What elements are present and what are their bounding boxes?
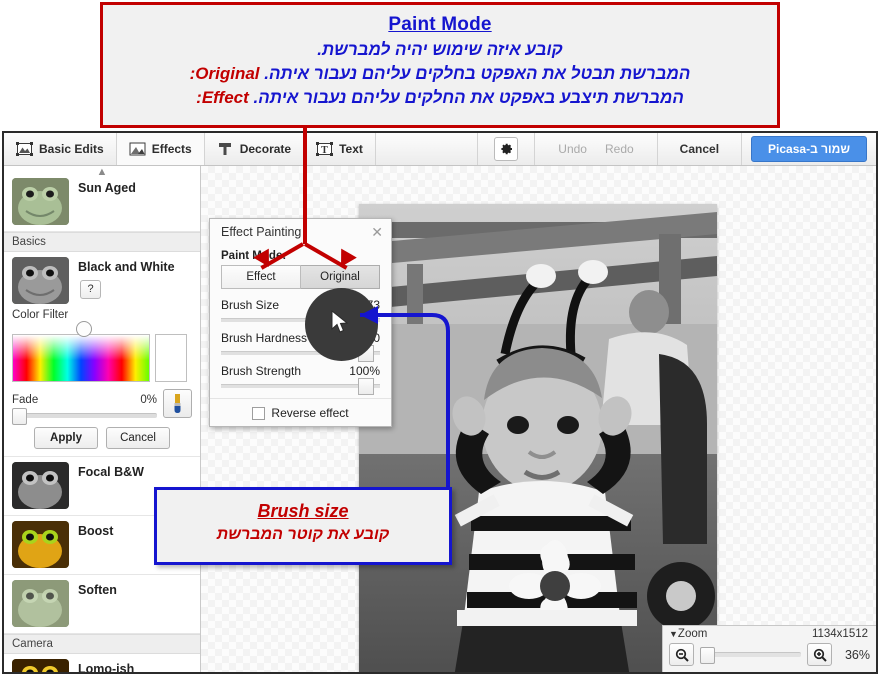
help-button[interactable]: ?	[80, 280, 101, 299]
brush-strength-label: Brush Strength	[221, 364, 302, 378]
group-header-basics: Basics	[4, 232, 200, 252]
brush-size-label: Brush Size	[221, 298, 280, 312]
brush-size-callout: Brush size קובע את קוטר המברשת	[154, 487, 452, 565]
tab-effects-label: Effects	[151, 142, 192, 156]
paint-mode-callout-line3: המברשת תיצבע באפקט את החלקים עליהם נעבור…	[103, 86, 777, 110]
close-icon[interactable]: ✕	[371, 224, 383, 241]
effects-sidebar[interactable]: ▲ Sun Aged Basics Black and White ? Colo…	[4, 166, 201, 672]
paint-mode-original-button[interactable]: Original	[301, 265, 380, 289]
chevron-up-icon[interactable]: ▲	[4, 166, 200, 178]
paint-mode-callout-line1: קובע איזה שימוש יהיה למברשת.	[317, 40, 563, 59]
effect-name: Soften	[78, 583, 117, 597]
effect-name: Sun Aged	[78, 181, 136, 195]
zoom-slider[interactable]	[700, 647, 801, 664]
redo-button[interactable]: Redo	[596, 142, 643, 156]
tab-text-label: Text	[339, 142, 363, 156]
zoom-label: Zoom	[677, 628, 708, 640]
effect-item-soften[interactable]: Soften	[4, 575, 200, 634]
tab-decorate-label: Decorate	[239, 142, 292, 156]
color-filter-label: Color Filter	[12, 309, 69, 321]
effect-thumbnail	[12, 580, 69, 627]
svg-text:T: T	[321, 145, 328, 156]
effect-thumbnail	[12, 178, 69, 225]
paint-mode-label: Paint Mode:	[221, 250, 287, 262]
effect-item-lomo-ish[interactable]: Lomo-ish	[4, 654, 200, 672]
tab-text[interactable]: T Text	[304, 133, 376, 165]
paint-mode-callout-line2: המברשת תבטל את האפקט בחלקים עליהם נעבור …	[103, 62, 777, 86]
fade-knob[interactable]	[12, 408, 27, 425]
callout-line3-text: המברשת תיצבע באפקט את החלקים עליהם נעבור…	[253, 88, 684, 107]
basic-edits-icon	[16, 142, 33, 156]
effect-name: Black and White	[78, 260, 175, 274]
effect-thumbnail	[12, 521, 69, 568]
fade-value: 0%	[140, 394, 157, 406]
zoom-bar-header: ▼Zoom 1134x1512	[663, 626, 876, 640]
brush-size-callout-subtitle: קובע את קוטר המברשת	[216, 526, 390, 543]
cancel-effect-button[interactable]: Cancel	[106, 427, 170, 449]
paint-mode-group: Effect Original	[221, 265, 380, 289]
zoom-collapse[interactable]: ▼Zoom	[669, 628, 707, 640]
save-cell: שמור ב-Picasa	[742, 133, 876, 165]
zoom-bar: ▼Zoom 1134x1512 36%	[662, 625, 876, 672]
apply-button[interactable]: Apply	[34, 427, 98, 449]
zoom-slider-knob[interactable]	[700, 647, 715, 664]
paint-brush-icon[interactable]	[163, 389, 192, 418]
black-and-white-controls: Color Filter Fade 0% Apply Cancel	[4, 309, 200, 457]
effect-name: Boost	[78, 524, 114, 538]
red-connector-stem	[303, 128, 307, 244]
effects-icon	[129, 142, 146, 156]
undo-button[interactable]: Undo	[549, 142, 596, 156]
color-filter-slider[interactable]	[12, 321, 192, 337]
undo-redo-cell: Undo Redo	[535, 133, 658, 165]
zoom-in-icon[interactable]	[807, 643, 832, 666]
paint-mode-callout-title: Paint Mode	[388, 14, 492, 35]
effect-name: Focal B&W	[78, 465, 144, 479]
dialog-title: Effect Painting	[221, 225, 302, 239]
fade-label: Fade	[12, 394, 39, 406]
tab-decorate[interactable]: Decorate	[205, 133, 305, 165]
effect-name: Lomo-ish	[78, 662, 135, 672]
settings-cell	[478, 133, 536, 165]
effect-thumbnail	[12, 257, 69, 304]
text-icon: T	[316, 142, 334, 156]
brush-size-callout-title: Brush size	[257, 501, 349, 521]
save-to-picasa-button[interactable]: שמור ב-Picasa	[751, 136, 867, 162]
toolbar-spacer	[376, 133, 479, 165]
brush-hardness-label: Brush Hardness	[221, 331, 308, 345]
reverse-effect-checkbox[interactable]	[252, 406, 266, 420]
gear-icon[interactable]	[494, 137, 519, 161]
fade-slider[interactable]	[12, 408, 157, 425]
tab-basic-edits-label: Basic Edits	[39, 142, 104, 156]
zoom-percent: 36%	[844, 647, 870, 662]
effect-thumbnail	[12, 659, 69, 672]
cancel-button[interactable]: Cancel	[658, 133, 743, 165]
tab-basic-edits[interactable]: Basic Edits	[4, 133, 117, 165]
callout-line3-keyword: Effect:	[196, 88, 249, 107]
color-filter-swatch[interactable]	[155, 334, 187, 382]
callout-line2-keyword: Original:	[189, 64, 260, 83]
decorate-icon	[217, 142, 234, 156]
callout-line2-text: המברשת תבטל את האפקט בחלקים עליהם נעבור …	[264, 64, 691, 83]
effect-thumbnail	[12, 462, 69, 509]
image-dimensions: 1134x1512	[811, 628, 868, 640]
triangle-down-icon: ▼	[669, 629, 678, 639]
tab-effects[interactable]: Effects	[116, 133, 205, 165]
effect-item-black-and-white[interactable]: Black and White ?	[4, 252, 200, 306]
zoom-controls: 36%	[663, 640, 876, 666]
color-filter-gradient[interactable]	[12, 334, 150, 382]
color-filter-knob[interactable]	[76, 321, 92, 337]
zoom-out-icon[interactable]	[669, 643, 694, 666]
group-header-camera: Camera	[4, 634, 200, 654]
main-toolbar: Basic Edits Effects Decorate T Text Undo…	[4, 133, 876, 166]
paint-mode-callout: Paint Mode קובע איזה שימוש יהיה למברשת. …	[100, 2, 780, 128]
